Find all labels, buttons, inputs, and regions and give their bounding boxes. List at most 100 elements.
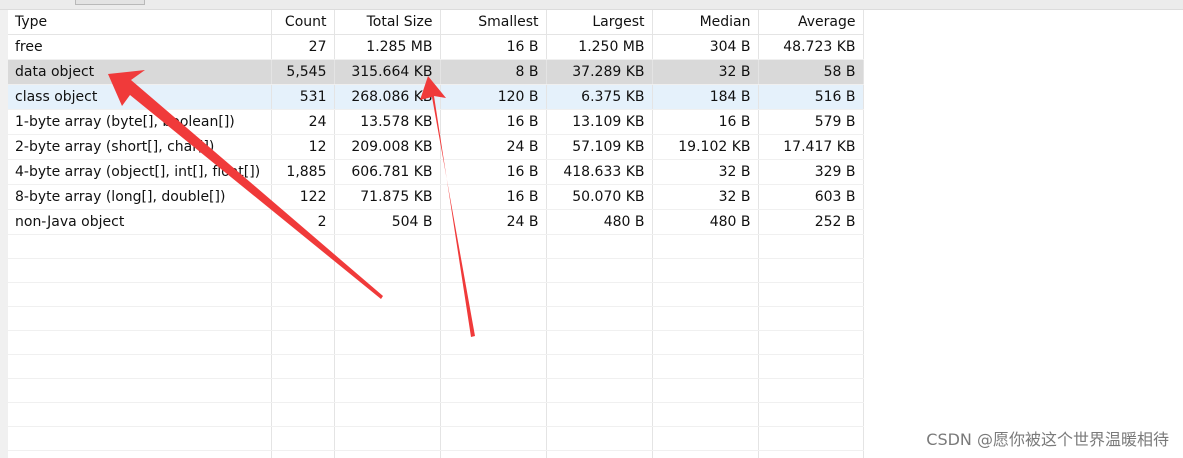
cell-average: 329 B	[758, 159, 864, 185]
empty-cell	[546, 450, 653, 458]
empty-row	[8, 306, 864, 331]
cell-median: 16 B	[652, 109, 759, 135]
empty-row	[8, 378, 864, 403]
table-row[interactable]: class object 531 268.086 KB 120 B 6.375 KB 18…	[8, 84, 864, 110]
cell-median: 480 B	[652, 209, 759, 235]
table-row[interactable]: 4-byte array (object[], int[], float[]) 1…	[8, 159, 864, 185]
empty-cell	[440, 234, 547, 259]
empty-cell	[8, 426, 272, 451]
cell-median: 32 B	[652, 59, 759, 85]
empty-cell	[546, 402, 653, 427]
empty-cell	[8, 354, 272, 379]
empty-row	[8, 258, 864, 283]
empty-cell	[546, 282, 653, 307]
empty-cell	[652, 426, 759, 451]
top-tab[interactable]	[75, 0, 145, 5]
table-body: free 27 1.285 MB 16 B 1.250 MB 304 B 48.723 KB…	[8, 34, 864, 458]
cell-average: 516 B	[758, 84, 864, 110]
cell-median: 304 B	[652, 34, 759, 60]
cell-largest: 37.289 KB	[546, 59, 653, 85]
table-row[interactable]: non-Java object 2 504 B 24 B 480 B 480 B 252 B	[8, 209, 864, 235]
empty-cell	[652, 234, 759, 259]
empty-cell	[440, 258, 547, 283]
table-row[interactable]: 2-byte array (short[], char[]) 12 209.008 …	[8, 134, 864, 160]
column-header-average[interactable]: Average	[758, 10, 864, 35]
empty-cell	[8, 234, 272, 259]
cell-smallest: 8 B	[440, 59, 547, 85]
cell-count: 5,545	[271, 59, 335, 85]
empty-cell	[440, 450, 547, 458]
empty-cell	[271, 378, 335, 403]
cell-median: 19.102 KB	[652, 134, 759, 160]
cell-median: 32 B	[652, 159, 759, 185]
column-header-count[interactable]: Count	[271, 10, 335, 35]
column-header-median[interactable]: Median	[652, 10, 759, 35]
empty-row	[8, 354, 864, 379]
cell-total-size: 606.781 KB	[334, 159, 441, 185]
empty-cell	[758, 234, 864, 259]
empty-row	[8, 282, 864, 307]
empty-cell	[758, 450, 864, 458]
empty-cell	[758, 378, 864, 403]
empty-cell	[546, 378, 653, 403]
cell-total-size: 268.086 KB	[334, 84, 441, 110]
table-row[interactable]: data object 5,545 315.664 KB 8 B 37.289 KB 32…	[8, 59, 864, 85]
table-row[interactable]: free 27 1.285 MB 16 B 1.250 MB 304 B 48.723 KB	[8, 34, 864, 60]
cell-type: data object	[8, 59, 272, 85]
empty-cell	[652, 330, 759, 355]
heap-stats-table: Type Count Total Size Smallest Largest M…	[8, 10, 864, 458]
empty-cell	[334, 450, 441, 458]
empty-cell	[440, 306, 547, 331]
cell-largest: 418.633 KB	[546, 159, 653, 185]
empty-cell	[652, 402, 759, 427]
empty-row	[8, 426, 864, 451]
empty-cell	[546, 258, 653, 283]
empty-row	[8, 450, 864, 458]
empty-cell	[758, 426, 864, 451]
empty-cell	[271, 234, 335, 259]
column-header-type[interactable]: Type	[8, 10, 272, 35]
empty-cell	[758, 354, 864, 379]
empty-cell	[334, 378, 441, 403]
cell-total-size: 13.578 KB	[334, 109, 441, 135]
cell-type: free	[8, 34, 272, 60]
cell-average: 252 B	[758, 209, 864, 235]
cell-count: 27	[271, 34, 335, 60]
empty-cell	[334, 306, 441, 331]
cell-total-size: 1.285 MB	[334, 34, 441, 60]
empty-cell	[334, 234, 441, 259]
column-header-largest[interactable]: Largest	[546, 10, 653, 35]
empty-cell	[271, 426, 335, 451]
empty-cell	[546, 426, 653, 451]
cell-type: non-Java object	[8, 209, 272, 235]
cell-smallest: 16 B	[440, 109, 547, 135]
empty-cell	[8, 282, 272, 307]
column-header-total-size[interactable]: Total Size	[334, 10, 441, 35]
cell-median: 184 B	[652, 84, 759, 110]
cell-total-size: 71.875 KB	[334, 184, 441, 210]
empty-cell	[271, 282, 335, 307]
empty-cell	[271, 354, 335, 379]
empty-cell	[758, 402, 864, 427]
cell-total-size: 504 B	[334, 209, 441, 235]
empty-cell	[8, 402, 272, 427]
empty-cell	[271, 330, 335, 355]
column-header-smallest[interactable]: Smallest	[440, 10, 547, 35]
empty-cell	[334, 330, 441, 355]
cell-largest: 13.109 KB	[546, 109, 653, 135]
cell-average: 48.723 KB	[758, 34, 864, 60]
empty-cell	[546, 234, 653, 259]
empty-row	[8, 234, 864, 259]
empty-cell	[271, 402, 335, 427]
cell-average: 17.417 KB	[758, 134, 864, 160]
empty-cell	[758, 330, 864, 355]
empty-cell	[334, 426, 441, 451]
watermark: CSDN @愿你被这个世界温暖相待	[926, 430, 1169, 449]
cell-smallest: 16 B	[440, 159, 547, 185]
empty-cell	[652, 306, 759, 331]
cell-count: 24	[271, 109, 335, 135]
table-row[interactable]: 1-byte array (byte[], boolean[]) 24 13.578…	[8, 109, 864, 135]
table-row[interactable]: 8-byte array (long[], double[]) 122 71.875…	[8, 184, 864, 210]
empty-cell	[440, 282, 547, 307]
empty-cell	[440, 330, 547, 355]
